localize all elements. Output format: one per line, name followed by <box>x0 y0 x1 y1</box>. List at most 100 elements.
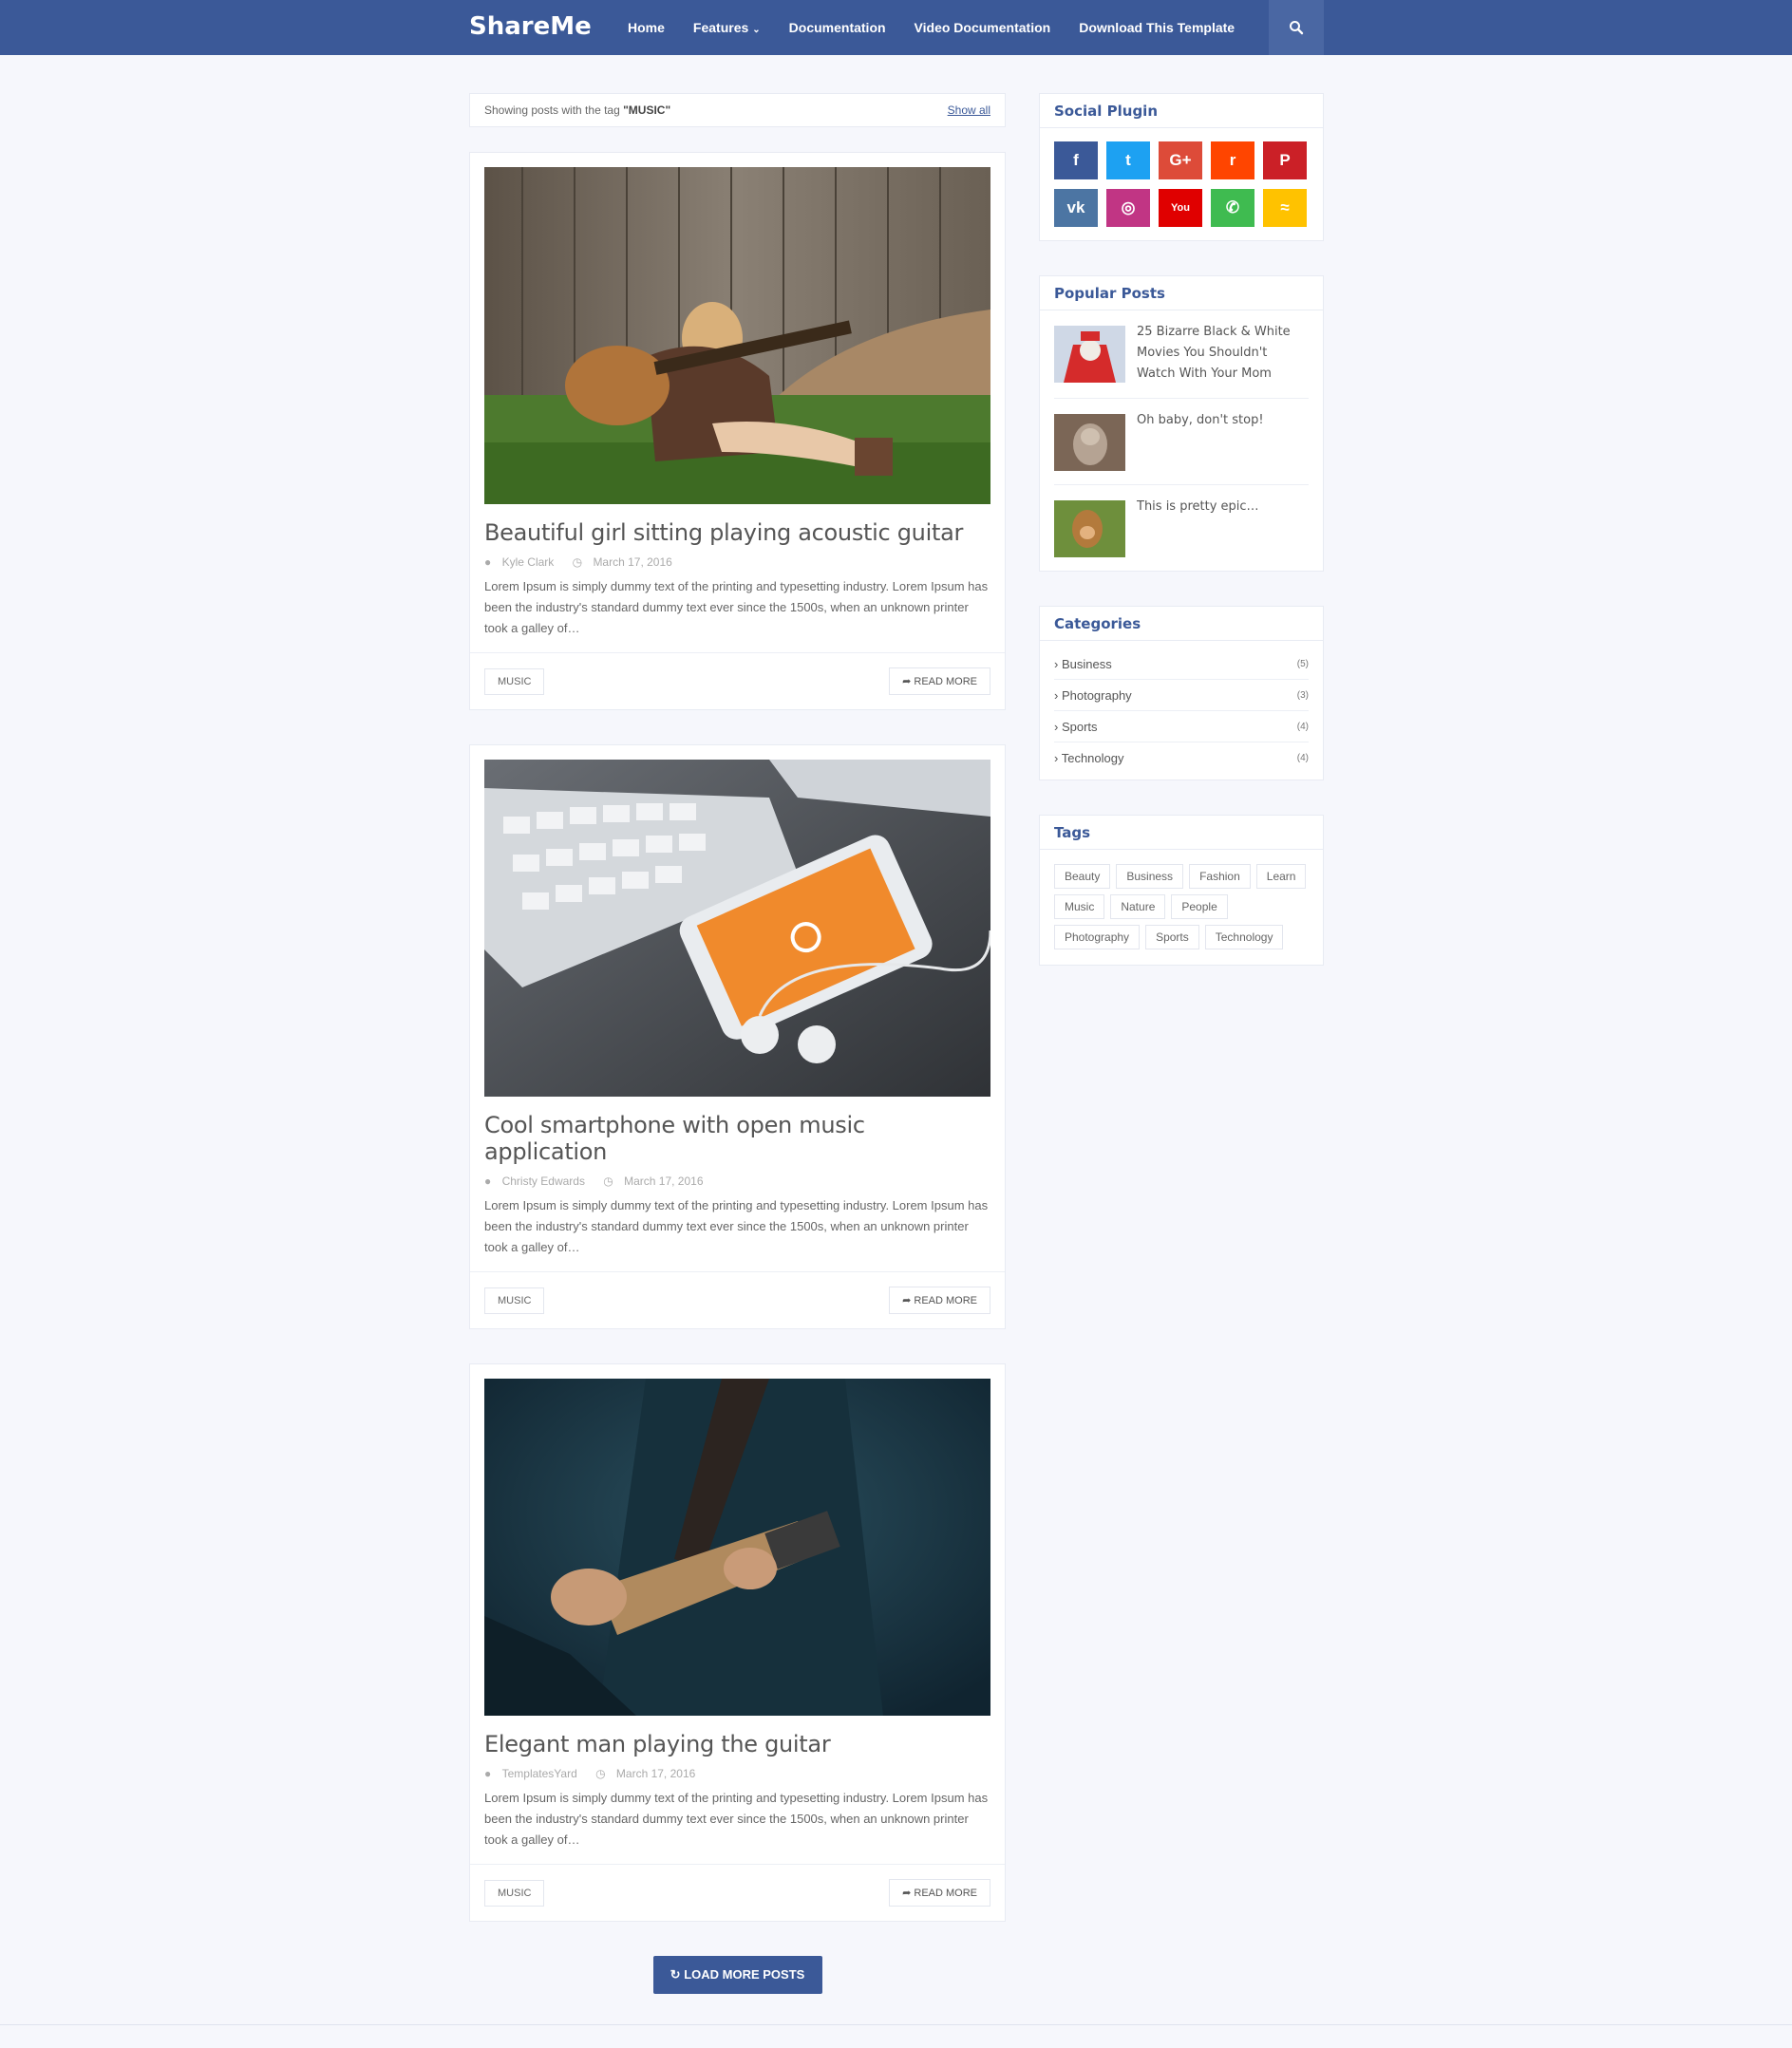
tag-pill[interactable]: People <box>1171 894 1228 919</box>
vk-icon[interactable]: vk <box>1054 189 1098 227</box>
author[interactable]: ● Kyle Clark <box>484 555 561 569</box>
category-name: Sports <box>1061 719 1098 734</box>
facebook-glyph: f <box>1073 151 1079 169</box>
smartphone-photo <box>484 760 990 1097</box>
category-name: Photography <box>1061 687 1132 703</box>
category-item[interactable]: › Technology (4) <box>1054 742 1309 774</box>
instagram-icon[interactable]: ◎ <box>1106 189 1150 227</box>
tag-pill[interactable]: Photography <box>1054 925 1141 949</box>
tag-pill[interactable]: Nature <box>1110 894 1166 919</box>
post-label[interactable]: MUSIC <box>484 1287 545 1314</box>
date: ◷ March 17, 2016 <box>595 1767 703 1780</box>
nav-home[interactable]: Home <box>613 0 679 55</box>
main-nav: Home Features ⌄ Documentation Video Docum… <box>613 0 1249 55</box>
read-more-label: READ MORE <box>914 1888 977 1899</box>
share-icon: ➦ <box>902 1888 915 1899</box>
google-plus-glyph: G+ <box>1169 151 1192 169</box>
post-title[interactable]: Cool smartphone with open music applicat… <box>484 1112 990 1165</box>
read-more-button[interactable]: ➦ READ MORE <box>889 667 990 695</box>
load-more-button[interactable]: ↻ LOAD MORE POSTS <box>652 1956 822 1994</box>
post-excerpt: Lorem Ipsum is simply dummy text of the … <box>484 579 989 635</box>
category-label: › Photography <box>1054 688 1132 703</box>
nav-features[interactable]: Features ⌄ <box>679 0 775 55</box>
read-more-label: READ MORE <box>914 1295 977 1306</box>
show-all-link[interactable]: Show all <box>948 103 990 117</box>
reddit-icon[interactable]: r <box>1211 141 1254 179</box>
chevron-right-icon: › <box>1054 751 1062 765</box>
post-image[interactable] <box>484 1379 990 1716</box>
chevron-right-icon: › <box>1054 656 1062 671</box>
category-item[interactable]: › Photography (3) <box>1054 680 1309 711</box>
nav-documentation[interactable]: Documentation <box>775 0 900 55</box>
sidebar: Social Plugin f t G+ r Pvk ◎ You ✆ ≈ Popular Pos… <box>1039 93 1324 1000</box>
category-label: › Sports <box>1054 720 1098 734</box>
social-icons: f t G+ r Pvk ◎ You ✆ ≈ <box>1040 128 1323 240</box>
post-image[interactable] <box>484 760 990 1097</box>
post-excerpt: Lorem Ipsum is simply dummy text of the … <box>484 1198 989 1254</box>
category-item[interactable]: › Sports (4) <box>1054 711 1309 742</box>
chevron-right-icon: › <box>1054 687 1062 703</box>
post-title[interactable]: Elegant man playing the guitar <box>484 1731 990 1757</box>
post-meta: ● Christy Edwards ◷ March 17, 2016 <box>484 1174 990 1188</box>
popular-post-title: This is pretty epic… <box>1137 499 1259 514</box>
nav-documentation-label: Documentation <box>788 20 886 35</box>
youtube-glyph: You <box>1171 202 1190 214</box>
top-navbar: ShareMe Home Features ⌄ Documentation Vid… <box>0 0 1792 55</box>
category-item[interactable]: › Business (5) <box>1054 648 1309 680</box>
author[interactable]: ● TemplatesYard <box>484 1767 585 1780</box>
facebook-icon[interactable]: f <box>1054 141 1098 179</box>
tag-pill[interactable]: Learn <box>1255 864 1307 889</box>
popular-post-thumb <box>1054 326 1125 383</box>
share-icon: ➦ <box>902 1295 915 1306</box>
category-name: Business <box>1061 656 1112 671</box>
author-name: TemplatesYard <box>501 1767 577 1780</box>
twitter-icon[interactable]: t <box>1106 141 1150 179</box>
post-label[interactable]: MUSIC <box>484 1879 545 1907</box>
search-button[interactable] <box>1269 0 1324 55</box>
popular-post-item[interactable]: This is pretty epic… <box>1054 485 1309 571</box>
widget-title: Tags <box>1040 816 1323 850</box>
cat-thumbnail <box>1054 414 1125 471</box>
tag-pill[interactable]: Business <box>1116 864 1184 889</box>
pinterest-glyph: P <box>1279 151 1291 169</box>
nav-video-documentation[interactable]: Video Documentation <box>900 0 1066 55</box>
tag-pill[interactable]: Music <box>1054 894 1105 919</box>
search-icon <box>1290 21 1304 35</box>
date-text: March 17, 2016 <box>624 1174 704 1188</box>
tags-widget: Tags Beauty Business Fashion Learn Music Natu… <box>1039 815 1324 966</box>
youtube-icon[interactable]: You <box>1159 189 1202 227</box>
category-count: (5) <box>1296 658 1309 669</box>
google-plus-icon[interactable]: G+ <box>1159 141 1202 179</box>
post-footer: MUSIC ➦ READ MORE <box>470 1864 1005 1921</box>
pinterest-icon[interactable]: P <box>1263 141 1307 179</box>
post-label[interactable]: MUSIC <box>484 667 545 695</box>
author-name: Kyle Clark <box>501 555 555 569</box>
tag-pill[interactable]: Fashion <box>1189 864 1251 889</box>
post-image[interactable] <box>484 167 990 504</box>
read-more-label: READ MORE <box>914 676 977 687</box>
whatsapp-icon[interactable]: ✆ <box>1211 189 1254 227</box>
post-excerpt: Lorem Ipsum is simply dummy text of the … <box>484 1791 989 1847</box>
author[interactable]: ● Christy Edwards <box>484 1174 593 1188</box>
popular-post-item[interactable]: Oh baby, don't stop! <box>1054 399 1309 485</box>
category-count: (4) <box>1296 721 1309 732</box>
tag-filter-prefix: Showing posts with the tag <box>484 103 624 117</box>
refresh-icon: ↻ <box>670 1967 685 1982</box>
site-logo[interactable]: ShareMe <box>469 12 592 41</box>
post-footer: MUSIC ➦ READ MORE <box>470 1271 1005 1328</box>
popular-post-thumb <box>1054 414 1125 471</box>
category-name: Technology <box>1061 751 1124 765</box>
read-more-button[interactable]: ➦ READ MORE <box>889 1287 990 1314</box>
monkey-thumbnail <box>1054 500 1125 557</box>
chevron-right-icon: › <box>1054 719 1062 734</box>
post-title[interactable]: Beautiful girl sitting playing acoustic … <box>484 519 990 546</box>
social-plugin-widget: Social Plugin f t G+ r Pvk ◎ You ✆ ≈ <box>1039 93 1324 241</box>
tag-pill[interactable]: Beauty <box>1054 864 1111 889</box>
tag-pill[interactable]: Technology <box>1204 925 1284 949</box>
tag-pill[interactable]: Sports <box>1145 925 1199 949</box>
read-more-button[interactable]: ➦ READ MORE <box>889 1879 990 1907</box>
popular-post-item[interactable]: 25 Bizarre Black & White Movies You Shou… <box>1054 310 1309 399</box>
widget-title: Popular Posts <box>1040 276 1323 310</box>
nav-download-template[interactable]: Download This Template <box>1065 0 1249 55</box>
rss-icon[interactable]: ≈ <box>1263 189 1307 227</box>
